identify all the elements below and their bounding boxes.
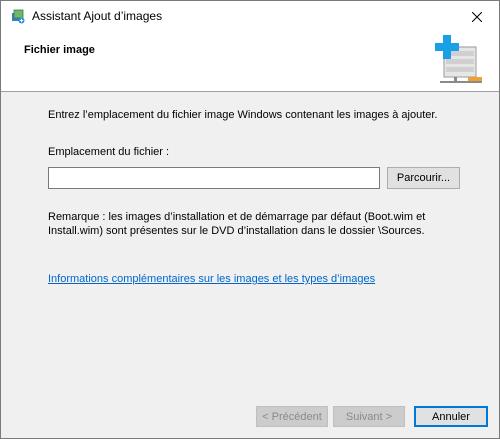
wizard-header: Fichier image	[1, 32, 499, 92]
cancel-button[interactable]: Annuler	[414, 406, 488, 427]
remark-text: Remarque : les images d’installation et …	[48, 210, 428, 238]
page-title: Fichier image	[24, 44, 95, 56]
wizard-window: Assistant Ajout d’images Fichier image E	[0, 0, 500, 439]
next-button[interactable]: Suivant >	[333, 406, 405, 427]
remark-line-1: Remarque : les images d’installation et …	[48, 211, 426, 223]
window-title: Assistant Ajout d’images	[32, 9, 163, 23]
more-info-link[interactable]: Informations complémentaires sur les ima…	[48, 273, 375, 285]
title-bar[interactable]: Assistant Ajout d’images	[1, 1, 499, 32]
file-location-label: Emplacement du fichier :	[48, 146, 170, 158]
wizard-content: Entrez l’emplacement du fichier image Wi…	[1, 92, 499, 392]
add-image-server-icon	[434, 33, 484, 85]
instruction-text: Entrez l’emplacement du fichier image Wi…	[48, 109, 438, 121]
browse-button[interactable]: Parcourir...	[387, 167, 460, 189]
close-icon	[471, 11, 482, 22]
wds-images-icon	[10, 8, 26, 24]
previous-button[interactable]: < Précédent	[256, 406, 328, 427]
file-location-input[interactable]	[48, 167, 380, 189]
close-button[interactable]	[454, 1, 499, 32]
remark-line-2: Install.wim) sont présentes sur le DVD d…	[48, 225, 425, 237]
